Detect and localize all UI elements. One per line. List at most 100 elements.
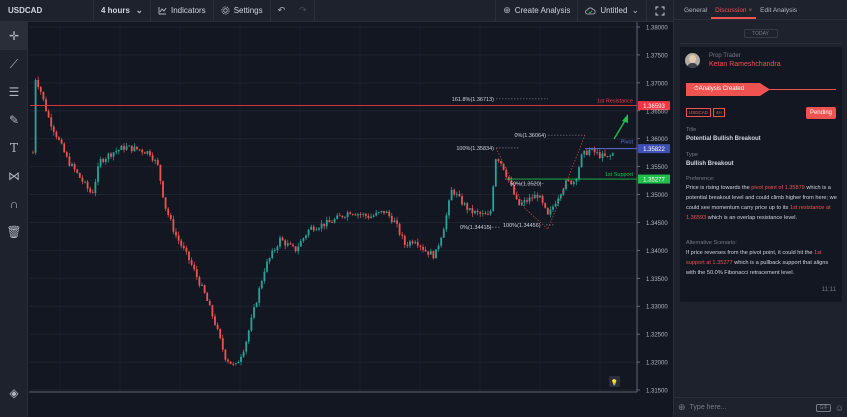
settings-button[interactable]: Settings	[214, 0, 271, 22]
candle-body	[32, 152, 34, 154]
magnet-tool[interactable]: ∩	[0, 190, 28, 218]
close-icon[interactable]: ×	[748, 7, 752, 14]
price-tick-label: 1.33000	[646, 305, 668, 311]
candle-body	[266, 261, 268, 272]
candle-body	[271, 250, 274, 259]
price-tick-label: 1.37500	[646, 53, 668, 59]
horizontal-lines-tool[interactable]: ☰	[0, 78, 28, 106]
candle-body	[393, 220, 396, 223]
candle-body	[328, 220, 331, 223]
layout-select[interactable]: Untitled ⌄	[578, 0, 647, 22]
candle-body	[416, 242, 419, 246]
candle-body	[479, 212, 482, 214]
candle-body	[370, 216, 372, 219]
bullish-arrow	[613, 118, 627, 140]
message-timestamp: 11:11	[821, 287, 836, 293]
candle-body	[240, 356, 242, 362]
tab-discussion[interactable]: Discussion ×	[711, 7, 757, 19]
author-name[interactable]: Ketan Rameshchandra	[709, 61, 781, 68]
layers-tool[interactable]: ◈	[0, 379, 28, 407]
candle-body	[237, 361, 240, 364]
tag-badges: USDCAD 4H	[686, 108, 725, 117]
reply-input[interactable]: Type here...	[690, 404, 813, 411]
interval-select[interactable]: 4 hours ⌄	[94, 0, 151, 22]
candle-body	[76, 169, 79, 173]
support-label: 1st Support	[605, 172, 634, 178]
candle-body	[554, 203, 557, 207]
candle-body	[349, 212, 352, 215]
candle-body	[156, 160, 159, 165]
brush-tool[interactable]: ✎	[0, 106, 28, 134]
candle-body	[385, 211, 388, 214]
candle-body	[71, 164, 73, 166]
candle-body	[193, 264, 196, 270]
candle-body	[172, 219, 175, 232]
candle-body	[549, 209, 552, 215]
candle-body	[338, 215, 341, 217]
price-tick-label: 1.37000	[646, 81, 668, 87]
brush-icon: ✎	[8, 113, 20, 127]
candle-body	[279, 237, 281, 247]
crosshair-tool[interactable]: ✛	[0, 22, 28, 50]
candle-body	[125, 146, 128, 150]
fullscreen-button[interactable]	[647, 0, 673, 22]
price-tick-label: 1.32000	[646, 361, 668, 367]
candle-body	[450, 189, 453, 201]
price-chart[interactable]: 1st Resistance1.36593Pivot1.358221st Sup…	[29, 22, 673, 417]
layers-icon: ◈	[9, 386, 19, 400]
trendline-tool[interactable]: ⟋	[0, 50, 28, 78]
candle-body	[315, 229, 318, 231]
candle-body	[424, 249, 427, 252]
symbol-search[interactable]: USDCAD	[0, 0, 94, 22]
undo-button[interactable]: ↶	[271, 0, 293, 22]
candle-body	[367, 215, 370, 219]
indicators-button[interactable]: Indicators	[151, 0, 214, 22]
candle-body	[146, 151, 149, 154]
text-icon: T	[9, 141, 18, 155]
candle-body	[52, 126, 55, 132]
candle-body	[211, 305, 214, 317]
create-analysis-button[interactable]: ⊕ Create Analysis	[495, 0, 579, 22]
price-tick-label: 1.34000	[646, 249, 668, 255]
emoji-icon[interactable]: ☺	[835, 403, 844, 413]
candle-body	[162, 180, 164, 198]
candle-body	[151, 155, 154, 161]
candle-body	[292, 244, 294, 247]
delete-tool[interactable]: 🗑	[0, 218, 28, 246]
candle-body	[318, 228, 320, 230]
redo-button[interactable]: ↷	[292, 0, 315, 22]
gif-button[interactable]: GIF	[816, 403, 831, 412]
candle-body	[468, 208, 471, 210]
candle-body	[585, 150, 588, 155]
candle-body	[221, 338, 224, 350]
candle-body	[567, 180, 570, 182]
candle-body	[164, 197, 167, 209]
tab-edit-analysis[interactable]: Edit Analysis	[756, 7, 801, 19]
tab-general[interactable]: General	[680, 7, 711, 19]
candle-body	[481, 213, 484, 214]
candle-body	[359, 214, 362, 215]
candle-body	[541, 195, 544, 203]
candle-body	[159, 164, 162, 181]
candle-body	[409, 241, 411, 246]
text-tool[interactable]: T	[0, 134, 28, 162]
fib-0-lower-label: 0%(1.34415)	[460, 225, 492, 231]
pattern-tool[interactable]: ⋈	[0, 162, 28, 190]
candle-body	[484, 213, 487, 215]
price-tick-label: 1.38000	[646, 26, 668, 32]
date-divider: TODAY	[743, 29, 778, 38]
candle-body	[188, 251, 190, 261]
candle-body	[203, 285, 206, 293]
candle-body	[175, 231, 177, 236]
cloud-icon	[585, 7, 596, 14]
candle-body	[136, 146, 138, 150]
plus-icon[interactable]: ⊕	[678, 402, 686, 413]
trash-icon: 🗑	[6, 225, 22, 239]
candle-body	[362, 213, 365, 215]
reply-bar: ⊕ Type here... GIF ☺	[674, 397, 847, 417]
fib-161-label: 161.8%(1.36713)	[452, 97, 494, 103]
candle-body	[565, 180, 567, 189]
candle-body	[68, 156, 71, 166]
candle-body	[536, 194, 539, 198]
candle-body	[117, 149, 120, 152]
